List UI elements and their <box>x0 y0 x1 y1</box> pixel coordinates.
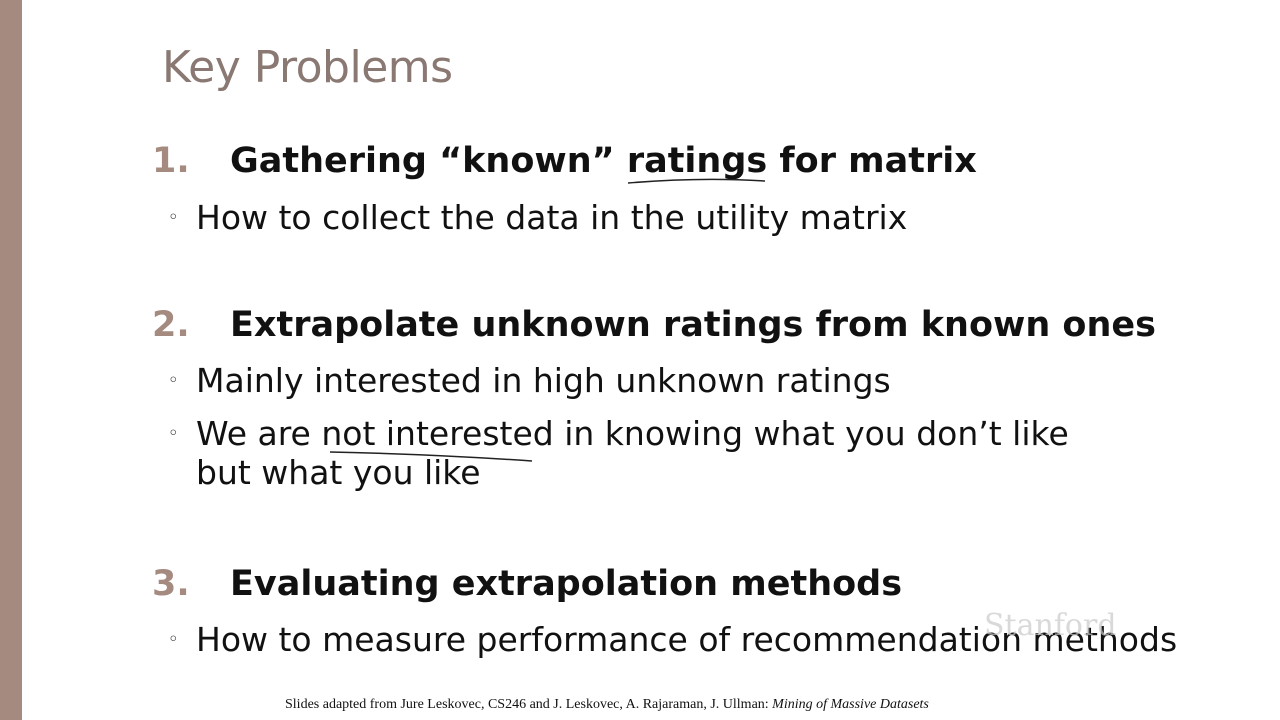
stanford-watermark: Stanford <box>984 608 1117 643</box>
problem-3-heading: Evaluating extrapolation methods <box>230 564 903 604</box>
problem-2-bullet-1: ◦ Mainly interested in high unknown ratin… <box>168 361 891 400</box>
bullet-dot-icon: ◦ <box>168 370 179 391</box>
problem-1-bullet-1: ◦ How to collect the data in the utility … <box>168 198 907 237</box>
bullet-text-continued: but what you like <box>196 453 481 492</box>
bullet-dot-icon: ◦ <box>168 423 179 444</box>
bullet-text: Mainly interested in high unknown rating… <box>196 361 891 400</box>
problem-1-number: 1. <box>152 141 190 181</box>
footer-credit: Slides adapted from Jure Leskovec, CS246… <box>285 697 773 712</box>
slide-title: Key Problems <box>162 42 453 93</box>
slide-footer: Slides adapted from Jure Leskovec, CS246… <box>285 697 929 713</box>
problem-3-number: 3. <box>152 564 190 604</box>
problem-2-number: 2. <box>152 305 190 345</box>
problem-2: 2. Extrapolate unknown ratings from known… <box>152 305 1156 345</box>
footer-book-title: Mining of Massive Datasets <box>772 697 929 712</box>
bullet-dot-icon: ◦ <box>168 207 179 228</box>
bullet-text: How to collect the data in the utility m… <box>196 198 908 237</box>
problem-2-bullet-2: ◦ We are not interested in knowing what y… <box>168 414 1069 492</box>
bullet-dot-icon: ◦ <box>168 629 179 650</box>
left-accent-bar <box>0 0 22 720</box>
problem-1-heading: Gathering “known” ratings for matrix <box>230 141 977 181</box>
problem-1: 1. Gathering “known” ratings for matrix <box>152 141 977 181</box>
bullet-text: We are not interested in knowing what yo… <box>196 414 1069 453</box>
problem-2-heading: Extrapolate unknown ratings from known o… <box>230 305 1156 345</box>
problem-3: 3. Evaluating extrapolation methods <box>152 564 902 604</box>
